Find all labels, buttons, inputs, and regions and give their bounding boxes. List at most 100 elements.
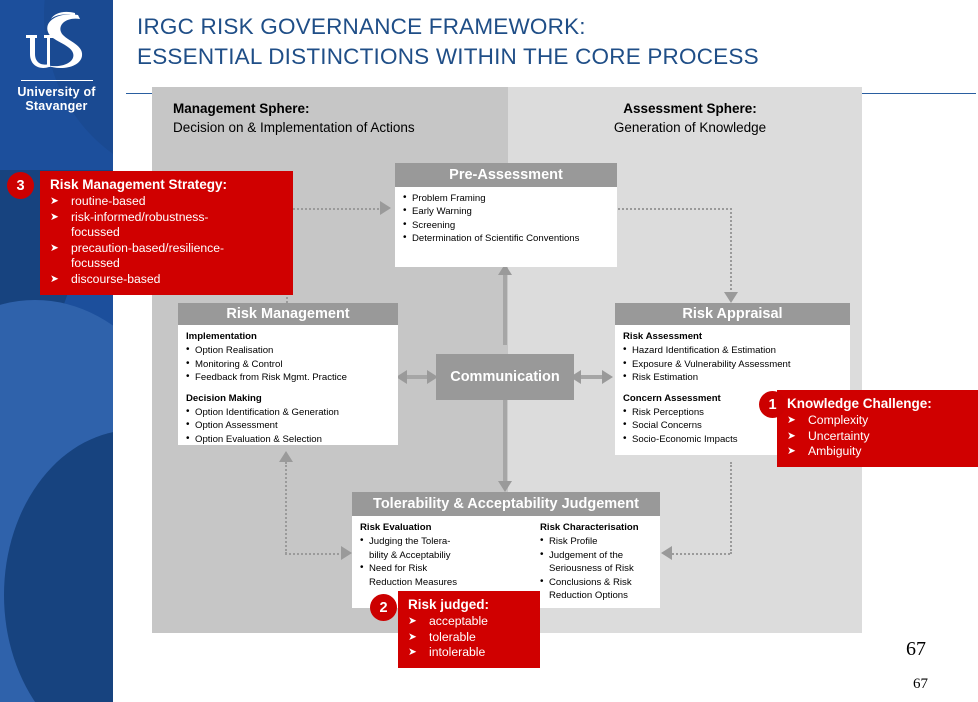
list-item-line: Need for Risk (369, 563, 428, 575)
list-item: Complexity (787, 413, 978, 429)
pre-assessment-box: Pre-Assessment Problem Framing Early War… (395, 163, 617, 267)
slide-title-line-2: ESSENTIAL DISTINCTIONS WITHIN THE CORE P… (137, 44, 759, 69)
list-item: precaution-based/resilience- focussed (50, 241, 285, 272)
arrowhead-to-tolerability-right (661, 546, 672, 560)
list-item-line: discourse-based (71, 271, 161, 286)
list-item: Hazard Identification & Estimation (623, 343, 844, 357)
management-sphere-heading: Management Sphere: Decision on & Impleme… (173, 99, 503, 137)
tolerability-judgement-box: Tolerability & Acceptability Judgement R… (352, 492, 660, 609)
assessment-sphere-title: Assessment Sphere: (623, 101, 757, 116)
risk-evaluation-list: Judging the Tolera- bility & Acceptabili… (360, 534, 474, 589)
list-item: Monitoring & Control (186, 357, 392, 371)
list-item-line: risk-informed/robustness- (71, 209, 209, 224)
list-item: Judging the Tolera- bility & Acceptabili… (360, 534, 474, 562)
risk-evaluation-body: Risk Evaluation Judging the Tolera- bili… (352, 516, 480, 595)
list-item-line: bility & Acceptabiliy (369, 549, 451, 561)
tolerability-header: Tolerability & Acceptability Judgement (352, 492, 660, 516)
callout-title: Risk Management Strategy: (50, 177, 228, 192)
list-item-line: precaution-based/resilience- (71, 240, 225, 255)
arrowhead-to-management (279, 451, 293, 462)
list-item-line: Conclusions & Risk (549, 576, 632, 588)
arrowhead-to-appraisal (724, 292, 738, 303)
callout-title: Risk judged: (408, 597, 490, 612)
list-item: Option Identification & Generation (186, 405, 392, 419)
university-logo: University of Stavanger (0, 10, 113, 113)
list-item-line: focussed (71, 225, 120, 240)
callout-badge-2: 2 (371, 595, 396, 620)
risk-management-body: Implementation Option Realisation Monito… (178, 325, 398, 452)
pre-assessment-body: Problem Framing Early Warning Screening … (395, 187, 617, 252)
list-item: Risk Estimation (623, 370, 844, 384)
list-item: discourse-based (50, 272, 285, 288)
list-item-line: Judgement of the (549, 549, 624, 561)
list-item: Early Warning (403, 204, 611, 218)
list-item-line: Risk Profile (549, 536, 598, 548)
callout-list: routine-based risk-informed/robustness- … (50, 194, 285, 288)
logo-line-2: Stavanger (25, 99, 88, 113)
arrowhead-ra-right (602, 370, 613, 384)
list-item-line: Seriousness of Risk (549, 563, 634, 575)
list-item: Problem Framing (403, 191, 611, 205)
list-item: risk-informed/robustness- focussed (50, 210, 285, 241)
list-item-line: Reduction Options (549, 590, 628, 602)
arrow-shaft-pre-to-comm (503, 267, 507, 345)
connector-dotted-to-management-h (285, 553, 343, 555)
list-item: Option Assessment (186, 418, 392, 432)
logo-line-1: University of (17, 85, 96, 99)
list-item-line: Reduction Measures (369, 576, 457, 588)
connector-dotted-to-preassessment-h (286, 208, 382, 210)
arrowhead-comm-down (498, 481, 512, 492)
connector-dotted-to-appraisal-v (730, 208, 732, 294)
risk-management-group2-list: Option Identification & Generation Optio… (186, 405, 392, 446)
risk-management-header: Risk Management (178, 303, 398, 325)
slide-title: IRGC RISK GOVERNANCE FRAMEWORK: ESSENTIA… (137, 12, 927, 72)
risk-appraisal-group1-title: Risk Assessment (623, 331, 703, 342)
page-number-secondary: 67 (913, 676, 928, 692)
list-item: Option Realisation (186, 343, 392, 357)
callout-list: acceptable tolerable intolerable (408, 614, 532, 661)
callout-knowledge-challenge: Knowledge Challenge: Complexity Uncertai… (777, 390, 978, 467)
list-item: Ambiguity (787, 444, 978, 460)
list-item: Uncertainty (787, 429, 978, 445)
list-item: acceptable (408, 614, 532, 630)
callout-badge-1: 1 (760, 392, 785, 417)
communication-box: Communication (436, 354, 574, 400)
risk-management-group1-title: Implementation (186, 331, 257, 342)
list-item: Option Evaluation & Selection (186, 432, 392, 446)
risk-management-group2-title: Decision Making (186, 392, 262, 404)
risk-appraisal-group1-list: Hazard Identification & Estimation Expos… (623, 343, 844, 384)
list-item-line: Judging the Tolera- (369, 536, 451, 548)
arrowhead-to-preassessment (380, 201, 391, 215)
risk-characterisation-body: Risk Characterisation Risk Profile Judge… (532, 516, 660, 608)
list-item-line: focussed (71, 256, 120, 271)
connector-dotted-to-appraisal-h (618, 208, 732, 210)
management-sphere-title: Management Sphere: (173, 101, 310, 116)
list-item: Judgement of the Seriousness of Risk (540, 548, 654, 576)
risk-management-box: Risk Management Implementation Option Re… (178, 303, 398, 446)
slide-title-line-1: IRGC RISK GOVERNANCE FRAMEWORK: (137, 14, 586, 39)
list-item: Feedback from Risk Mgmt. Practice (186, 370, 392, 384)
list-item: intolerable (408, 645, 532, 661)
uis-monogram-icon (25, 11, 82, 69)
list-item: Conclusions & Risk Reduction Options (540, 575, 654, 603)
connector-dotted-to-management-v (285, 462, 287, 554)
callout-risk-judged: Risk judged: acceptable tolerable intole… (398, 591, 540, 668)
connector-dotted-from-appraisal-h (672, 553, 730, 555)
page-number-primary: 67 (906, 638, 926, 660)
brand-sidebar: University of Stavanger (0, 0, 113, 702)
risk-characterisation-list: Risk Profile Judgement of the Seriousnes… (540, 534, 654, 603)
list-item: Need for Risk Reduction Measures (360, 561, 474, 589)
pre-assessment-list: Problem Framing Early Warning Screening … (403, 191, 611, 246)
management-sphere-subtitle: Decision on & Implementation of Actions (173, 120, 415, 135)
logo-divider (20, 80, 93, 81)
arrowhead-to-tolerability-left (341, 546, 352, 560)
callout-risk-management-strategy: Risk Management Strategy: routine-based … (40, 171, 293, 295)
callout-list: Complexity Uncertainty Ambiguity (787, 413, 978, 460)
list-item: Exposure & Vulnerability Assessment (623, 357, 844, 371)
arrow-shaft-comm-to-tol (503, 400, 507, 484)
list-item-line: routine-based (71, 194, 146, 208)
communication-label: Communication (450, 369, 560, 385)
assessment-sphere-heading: Assessment Sphere: Generation of Knowled… (530, 99, 850, 137)
pre-assessment-header: Pre-Assessment (395, 163, 617, 187)
risk-appraisal-header: Risk Appraisal (615, 303, 850, 325)
